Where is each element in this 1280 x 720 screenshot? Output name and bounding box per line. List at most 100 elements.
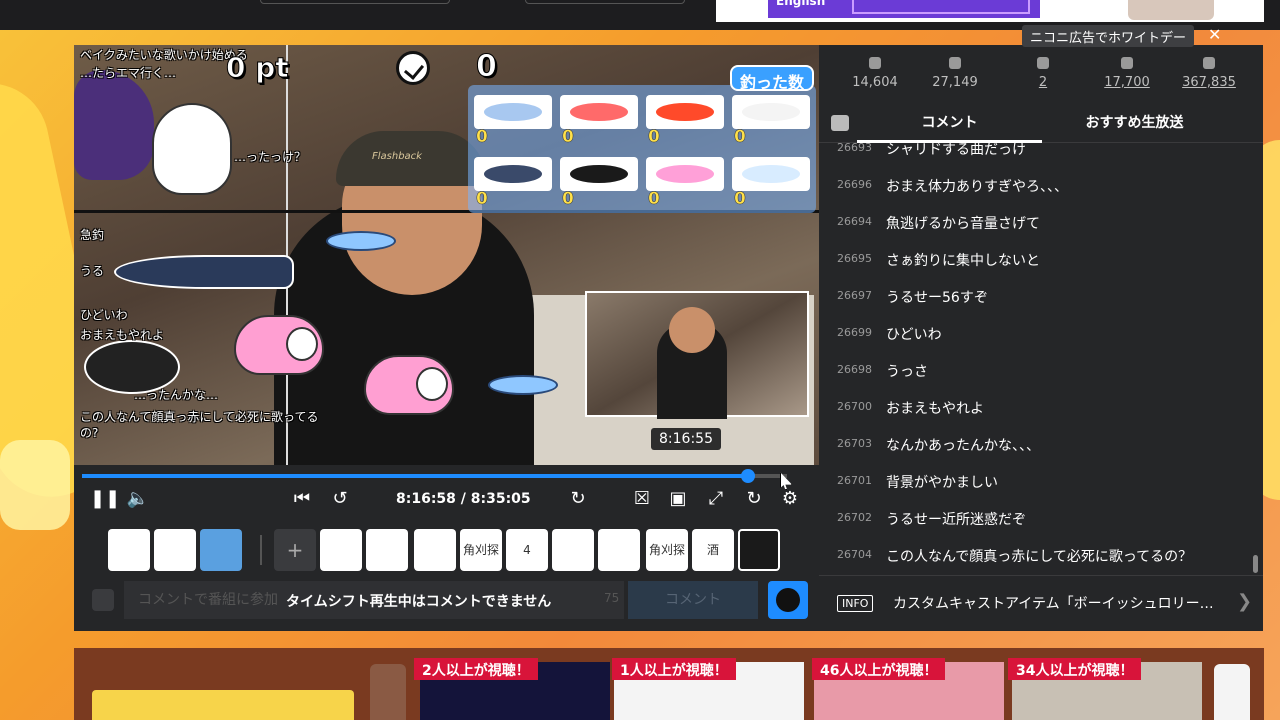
header-button[interactable] [525,0,685,4]
stat-value: 2 [1038,75,1048,90]
panel-tabs: コメント おすすめ生放送 [819,105,1263,143]
top-banner-ad[interactable]: English [716,0,1264,22]
pause-icon[interactable]: ❚❚ [90,487,120,511]
fish-count: 0 [562,189,574,210]
seek-bar-fill [82,474,748,478]
points-display: 0 pt [226,51,290,85]
fish-count: 0 [476,127,488,148]
comment-row[interactable]: 26703 なんかあったんかな、、、 [819,427,1249,464]
fish-count: 0 [476,189,488,210]
comment-row[interactable]: 26696 おまえ体力ありすぎやろ、、、 [819,168,1249,205]
skip-back-icon[interactable]: ⏮ [290,487,314,511]
stat-4[interactable]: 367,835 [1169,53,1249,90]
seek-bar-handle[interactable] [740,469,755,483]
stat-value: 17,700 [1104,75,1150,90]
recommended-card-banner[interactable] [92,690,354,720]
comment-row[interactable]: 26694 魚逃げるから音量さげて [819,205,1249,242]
item-kakusagashi2-icon[interactable]: 角刈探し [646,529,688,599]
volume-icon[interactable]: 🔈 [126,487,150,511]
fish-icon [484,103,542,121]
stat-3[interactable]: 17,700 [1087,53,1167,90]
fishing-icon[interactable] [200,529,242,571]
comment-number: 26694 [837,215,872,228]
item-lips-icon[interactable] [414,529,456,571]
theater-mode-icon[interactable]: ▣ [666,487,690,511]
seek-bar[interactable] [82,469,787,483]
comment-number: 26697 [837,289,872,302]
comment-row[interactable]: 26695 さぁ釣りに集中しないと [819,242,1249,279]
info-bar[interactable]: INFO カスタムキャストアイテム「ボーイッシュロリー… ❯ [819,575,1263,631]
settings-gear-icon[interactable]: ⚙ [778,487,802,511]
check-count: 0 [476,49,498,85]
emotion-icon[interactable] [768,581,808,619]
video-screen[interactable]: Flashback ベイクみたいな歌いかけ始める …たらエマ行く… …ったっけ？… [74,45,819,465]
comment-text: うっさ [886,364,928,380]
item-figure-icon[interactable] [366,529,408,571]
marlin-sticker [114,255,294,289]
comment-row[interactable]: 26702 うるせー近所迷惑だぞ [819,501,1249,538]
comment-row[interactable]: 26698 うっさ [819,353,1249,390]
item-4-icon[interactable]: 4 [506,529,548,571]
forward-10-icon[interactable]: ↻ [566,487,590,511]
comment-text: ひどいわ [886,327,942,343]
stat-value: 367,835 [1182,75,1236,90]
comment-toggle-icon[interactable]: ☒ [630,487,654,511]
fish-slot [646,95,724,129]
mermaid-sticker [364,355,454,415]
comment-scrollbar[interactable] [1251,143,1259,575]
fish-icon [570,165,628,183]
comment-number: 26704 [837,548,872,561]
item-sake-icon[interactable]: 酒 [692,529,734,571]
fish-slot [732,157,810,191]
item-grid-icon[interactable] [552,529,594,571]
fullscreen-icon[interactable]: ⤢ [704,487,728,511]
stat-value: 14,604 [852,75,898,90]
comment-row[interactable]: 26693 シャリドする曲だっけ [819,143,1249,168]
penguin-sticker [84,340,180,394]
rewind-10-icon[interactable]: ↺ [328,487,352,511]
chevron-right-icon[interactable]: ❯ [1237,591,1252,612]
item-photo-icon[interactable] [320,529,362,571]
header-search[interactable] [260,0,450,4]
item-empty-icon[interactable] [738,529,780,571]
close-icon[interactable]: ✕ [1208,25,1221,44]
comment-row[interactable]: 26704 この人なんで顔真っ赤にして必死に歌ってるの？ [819,538,1249,575]
comment-row[interactable]: 26701 背景がやかましい [819,464,1249,501]
comment-palette-icon[interactable] [92,589,114,611]
item-bomb-icon[interactable] [598,529,640,571]
comment-text: うるせー近所迷惑だぞ [886,512,1026,528]
comment-overlay: ベイクみたいな歌いかけ始める [80,48,248,62]
comment-submit-button[interactable]: コメント [628,581,758,619]
gift-icon[interactable] [108,529,150,571]
item-kakusagashi-icon[interactable]: 角刈探し [460,529,502,599]
stats-bar: 14,604 27,149 2 17,700 367,835 [819,53,1263,103]
plus-icon[interactable]: + [274,529,316,571]
comment-overlay: ひどいわ [80,308,128,322]
comment-row[interactable]: 26700 おまえもやれよ [819,390,1249,427]
timeshift-icon [1037,57,1049,69]
comment-overlay: …たらエマ行く… [80,66,177,80]
megaphone-icon[interactable] [154,529,196,571]
comment-number: 26698 [837,363,872,376]
reload-icon[interactable]: ↻ [742,487,766,511]
picture-in-picture[interactable] [585,291,809,419]
tab-recommended[interactable]: おすすめ生放送 [1042,105,1227,143]
comment-row[interactable]: 26697 うるせー56すぞ [819,279,1249,316]
comment-list[interactable]: 26693 シャリドする曲だっけ 26696 おまえ体力ありすぎやろ、、、 26694 魚… [819,143,1263,575]
recommended-badge: 1人以上が視聴！ [612,658,736,680]
fish-icon [742,165,800,183]
video-player: Flashback ベイクみたいな歌いかけ始める …たらエマ行く… …ったっけ？… [74,45,819,631]
tab-comments[interactable]: コメント [857,105,1042,143]
fish-slot [474,95,552,129]
stat-2[interactable]: 2 [1003,53,1083,90]
banner-ad-text: English [776,0,826,8]
comment-row[interactable]: 26699 ひどいわ [819,316,1249,353]
bear-sticker [152,103,232,195]
fish-icon [742,103,800,121]
fish-slot [646,157,724,191]
comment-number: 26702 [837,511,872,524]
time-display: 8:16:58 / 8:35:05 [396,491,531,507]
catch-title: 釣った数 [730,65,815,92]
comment-settings-icon[interactable] [831,115,849,131]
comments-icon [949,57,961,69]
